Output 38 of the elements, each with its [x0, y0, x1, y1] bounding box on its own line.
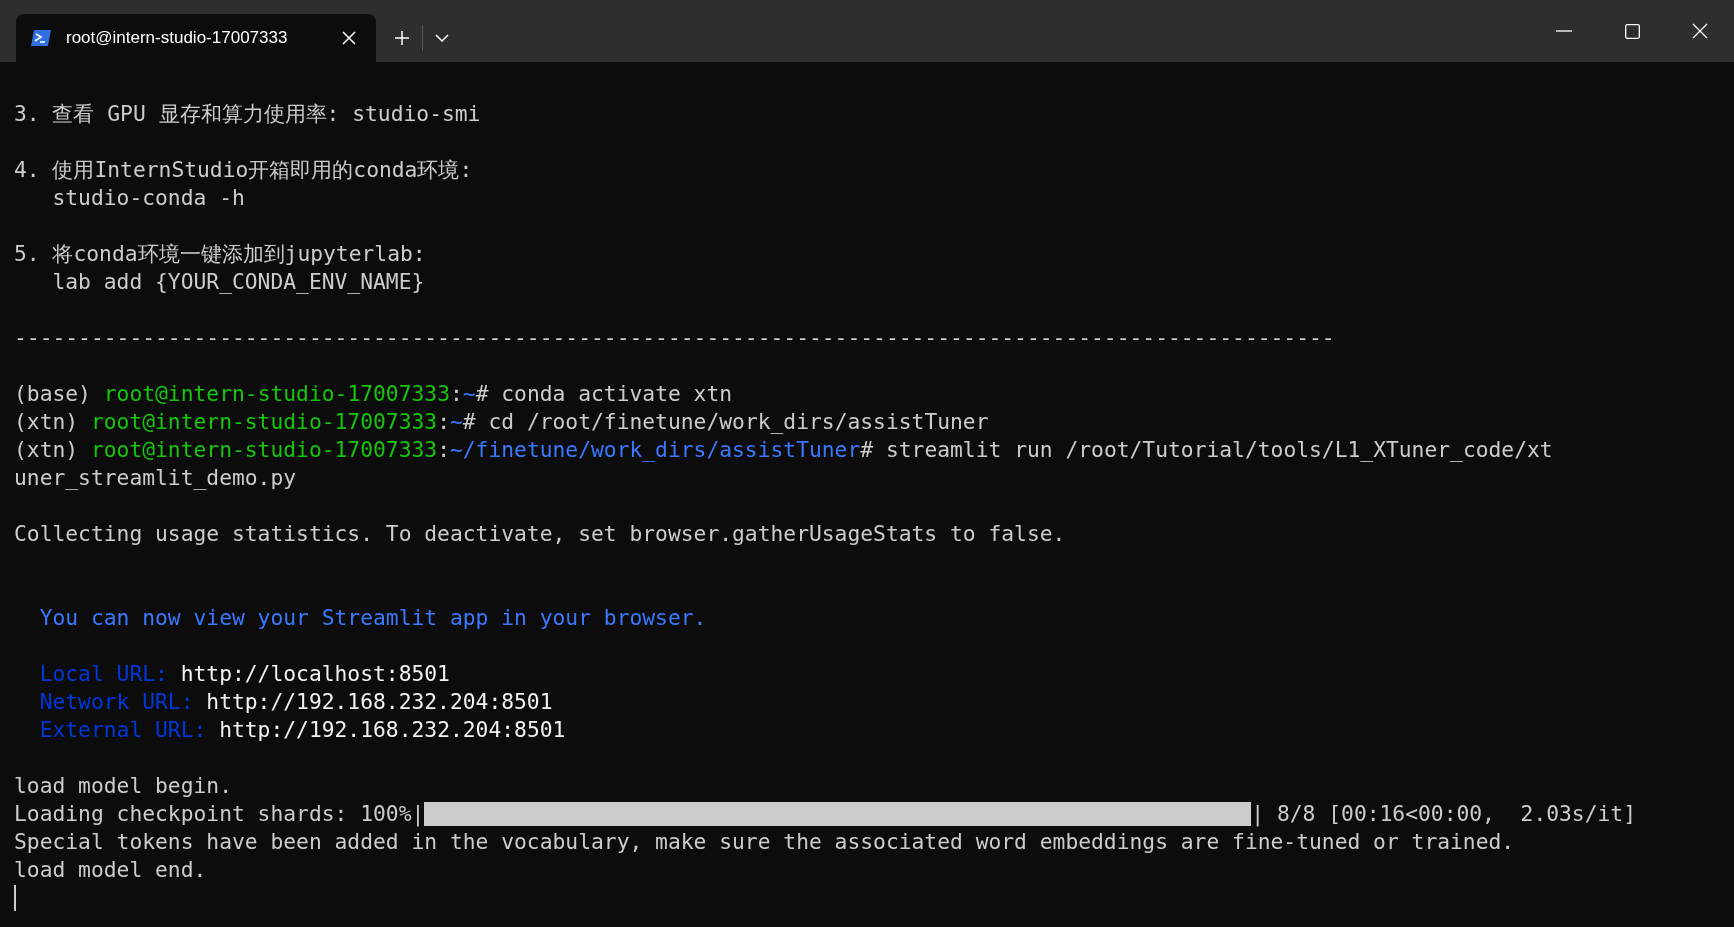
url-value: http://localhost:8501	[180, 660, 450, 688]
terminal-text: load model begin.	[14, 772, 232, 800]
terminal-text: # streamlit run /root/Tutorial/tools/L1_XTuner_code/xt	[860, 436, 1553, 464]
terminal-text: (xtn)	[14, 436, 80, 464]
prompt-path: ~/finetune/work_dirs/assistTuner	[449, 436, 861, 464]
terminal-text: 3. 查看 GPU 显存和算力使用率: studio-smi	[14, 100, 481, 128]
prompt-user: root@intern-studio-17007333	[90, 408, 438, 436]
terminal-text: uner_streamlit_demo.py	[14, 464, 297, 492]
terminal-text: lab add {YOUR_CONDA_ENV_NAME}	[51, 268, 425, 296]
prompt-user: root@intern-studio-17007333	[90, 436, 438, 464]
url-value: http://192.168.232.204:8501	[219, 716, 566, 744]
terminal-text: :	[437, 408, 450, 436]
url-label: External URL:	[38, 716, 208, 744]
terminal-text: Special tokens have been added in the vocabulary, make sure the associated word embeddings are fine-tuned or trained.	[14, 828, 1515, 856]
prompt-path: ~	[449, 408, 463, 436]
terminal-text: # conda activate xtn	[475, 380, 733, 408]
terminal-text: -------------------------------------------------------------------------------------------------------	[14, 324, 1335, 352]
notice-text: You can now view your Streamlit app in your browser.	[38, 604, 707, 632]
terminal-text: load model end.	[14, 856, 207, 884]
prompt-user: root@intern-studio-17007333	[103, 380, 450, 408]
terminal-text: Loading checkpoint shards: 100%|	[14, 800, 425, 828]
tab-title: root@intern-studio-17007333	[66, 28, 289, 48]
terminal-tab[interactable]: root@intern-studio-17007333	[16, 14, 376, 62]
terminal-text: (base)	[14, 380, 92, 408]
url-label: Local URL:	[38, 660, 169, 688]
terminal-text: 5. 将conda环境一键添加到jupyterlab:	[14, 240, 426, 268]
terminal-text: 4. 使用InternStudio开箱即用的conda环境:	[14, 156, 473, 184]
url-value: http://192.168.232.204:8501	[206, 688, 553, 716]
terminal-text: :	[449, 380, 463, 408]
terminal-text: Collecting usage statistics. To deactivate, set browser.gatherUsageStats to false.	[14, 520, 1066, 548]
url-label: Network URL:	[38, 688, 195, 716]
prompt-path: ~	[462, 380, 476, 408]
terminal-text: :	[437, 436, 450, 464]
powershell-icon	[30, 29, 52, 47]
terminal-text: studio-conda -h	[51, 184, 245, 212]
terminal-text: (xtn)	[14, 408, 80, 436]
terminal-text: | 8/8 [00:16<00:00, 2.03s/it]	[1251, 800, 1636, 828]
terminal-text: # cd /root/finetune/work_dirs/assistTuner	[462, 408, 989, 436]
